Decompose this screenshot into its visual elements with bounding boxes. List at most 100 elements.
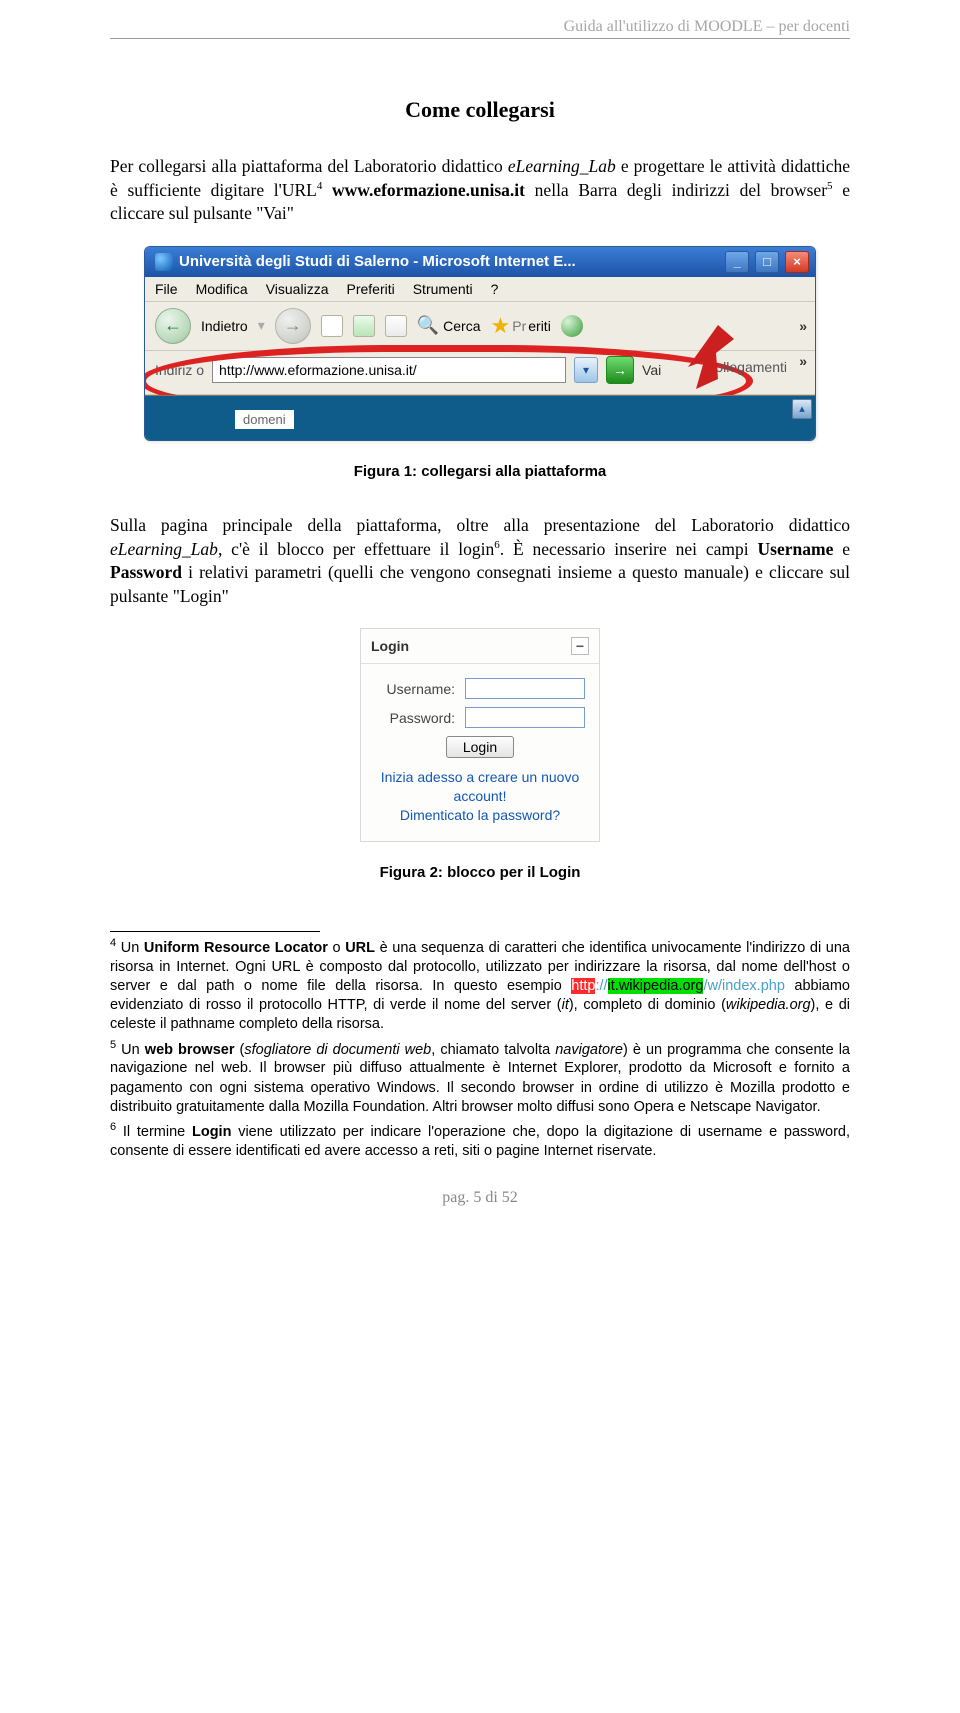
username-label: Username: bbox=[387, 681, 455, 697]
toolbar: ← Indietro ▾ → 🔍 Cerca ★ Preriti » bbox=[145, 302, 815, 351]
menu-file[interactable]: File bbox=[155, 281, 178, 297]
text: Un bbox=[116, 940, 144, 956]
password-row: Password: bbox=[375, 707, 585, 728]
home-icon[interactable] bbox=[385, 315, 407, 337]
scroll-up-button[interactable]: ▴ bbox=[792, 399, 812, 419]
username-bold: Username bbox=[758, 539, 834, 559]
intro-paragraph: Per collegarsi alla piattaforma del Labo… bbox=[110, 155, 850, 226]
content-snippet: domeni bbox=[235, 410, 294, 429]
menu-edit[interactable]: Modifica bbox=[196, 281, 248, 297]
refresh-icon[interactable] bbox=[353, 315, 375, 337]
text: nella Barra degli indirizzi del browser bbox=[525, 180, 827, 200]
create-account-link[interactable]: Inizia adesso a creare un nuovo account! bbox=[375, 768, 585, 806]
text: , c'è il blocco per effettuare il login bbox=[218, 539, 494, 559]
address-label: Indiriz o bbox=[155, 362, 204, 378]
password-label: Password: bbox=[390, 710, 455, 726]
text: Il termine bbox=[116, 1124, 192, 1140]
menu-favorites[interactable]: Preferiti bbox=[346, 281, 394, 297]
go-button[interactable]: → bbox=[606, 356, 634, 384]
dropdown-icon[interactable]: ▾ bbox=[258, 317, 265, 334]
login-links: Inizia adesso a creare un nuovo account!… bbox=[375, 768, 585, 825]
text: Indiriz bbox=[155, 362, 192, 378]
password-input[interactable] bbox=[465, 707, 585, 728]
footnote-4: 4 Un Uniform Resource Locator o URL è un… bbox=[110, 936, 850, 1034]
text: e bbox=[833, 539, 850, 559]
italic: sfogliatore di documenti web bbox=[244, 1041, 431, 1057]
text: Sulla pagina principale della piattaform… bbox=[110, 515, 850, 535]
window-titlebar: Università degli Studi di Salerno - Micr… bbox=[145, 247, 815, 277]
footnotes: 4 Un Uniform Resource Locator o URL è un… bbox=[110, 936, 850, 1161]
go-label: Vai bbox=[642, 362, 661, 378]
forgot-password-link[interactable]: Dimenticato la password? bbox=[375, 806, 585, 825]
login-button[interactable]: Login bbox=[446, 736, 514, 758]
search-button[interactable]: 🔍 Cerca bbox=[417, 315, 481, 336]
menu-bar: File Modifica Visualizza Preferiti Strum… bbox=[145, 277, 815, 302]
menu-view[interactable]: Visualizza bbox=[266, 281, 329, 297]
footnote-5: 5 Un web browser (sfogliatore di documen… bbox=[110, 1038, 850, 1117]
term: URL bbox=[345, 940, 375, 956]
username-input[interactable] bbox=[465, 678, 585, 699]
star-icon: ★ bbox=[491, 313, 511, 339]
username-row: Username: bbox=[375, 678, 585, 699]
favorites-partial-label: Pr bbox=[512, 318, 526, 334]
maximize-button[interactable]: □ bbox=[755, 251, 779, 273]
address-bar: Indiriz o ▾ → Vai Collegamenti » bbox=[145, 351, 815, 395]
arrow-right-icon: → bbox=[284, 315, 302, 336]
favorites-button[interactable]: ★ Preriti bbox=[491, 313, 551, 339]
page-footer: pag. 5 di 52 bbox=[110, 1189, 850, 1207]
address-dropdown-button[interactable]: ▾ bbox=[574, 357, 598, 383]
url-text: www.eformazione.unisa.it bbox=[332, 180, 525, 200]
window-title: Università degli Studi di Salerno - Micr… bbox=[179, 253, 576, 270]
back-label: Indietro bbox=[201, 318, 248, 334]
menu-tools[interactable]: Strumenti bbox=[413, 281, 473, 297]
browser-content: domeni ▴ bbox=[145, 395, 815, 440]
section-title: Come collegarsi bbox=[110, 97, 850, 123]
search-label: Cerca bbox=[443, 318, 480, 334]
text bbox=[322, 180, 332, 200]
ie-icon bbox=[155, 253, 173, 271]
login-box: Login − Username: Password: Login Inizia… bbox=[360, 628, 600, 842]
italic: navigatore bbox=[555, 1041, 623, 1057]
collapse-button[interactable]: − bbox=[571, 637, 589, 655]
lab-name: eLearning_Lab bbox=[110, 539, 218, 559]
links-label: Collegamenti bbox=[705, 359, 787, 375]
text: Per collegarsi alla piattaforma del Labo… bbox=[110, 156, 508, 176]
forward-button[interactable]: → bbox=[275, 308, 311, 344]
text: ( bbox=[234, 1041, 244, 1057]
close-button[interactable]: × bbox=[785, 251, 809, 273]
arrow-left-icon: ← bbox=[164, 315, 182, 336]
text: ), completo di dominio ( bbox=[569, 997, 726, 1013]
browser-screenshot: Università degli Studi di Salerno - Micr… bbox=[144, 246, 816, 441]
back-button[interactable]: ← bbox=[155, 308, 191, 344]
text: :// bbox=[595, 978, 607, 994]
highlight-protocol: http bbox=[571, 978, 595, 994]
text: i relativi parametri (quelli che vengono… bbox=[110, 562, 850, 606]
term: Uniform Resource Locator bbox=[144, 940, 328, 956]
text: Un bbox=[116, 1041, 145, 1057]
figure1-caption: Figura 1: collegarsi alla piattaforma bbox=[110, 463, 850, 480]
stop-icon[interactable] bbox=[321, 315, 343, 337]
address-input[interactable] bbox=[212, 357, 566, 383]
login-block-header: Login − bbox=[361, 629, 599, 664]
term: Login bbox=[192, 1124, 231, 1140]
italic: wikipedia.org bbox=[726, 997, 811, 1013]
login-block-title: Login bbox=[371, 638, 409, 654]
window-controls: _ □ × bbox=[723, 251, 809, 273]
text: . È necessario inserire nei campi bbox=[500, 539, 758, 559]
second-paragraph: Sulla pagina principale della piattaform… bbox=[110, 514, 850, 609]
minimize-button[interactable]: _ bbox=[725, 251, 749, 273]
footnote-separator bbox=[110, 931, 320, 932]
term: web browser bbox=[145, 1041, 235, 1057]
text: , chiamato talvolta bbox=[431, 1041, 555, 1057]
lab-name: eLearning_Lab bbox=[508, 156, 616, 176]
figure2-caption: Figura 2: blocco per il Login bbox=[110, 864, 850, 881]
footnote-6: 6 Il termine Login viene utilizzato per … bbox=[110, 1120, 850, 1161]
links-overflow-icon[interactable]: » bbox=[799, 353, 807, 369]
password-bold: Password bbox=[110, 562, 182, 582]
favorites-label: eriti bbox=[528, 318, 551, 334]
search-icon: 🔍 bbox=[417, 315, 439, 336]
highlight-host: it.wikipedia.org bbox=[608, 978, 704, 994]
menu-help[interactable]: ? bbox=[491, 281, 499, 297]
history-icon[interactable] bbox=[561, 315, 583, 337]
toolbar-overflow-icon[interactable]: » bbox=[799, 318, 807, 334]
